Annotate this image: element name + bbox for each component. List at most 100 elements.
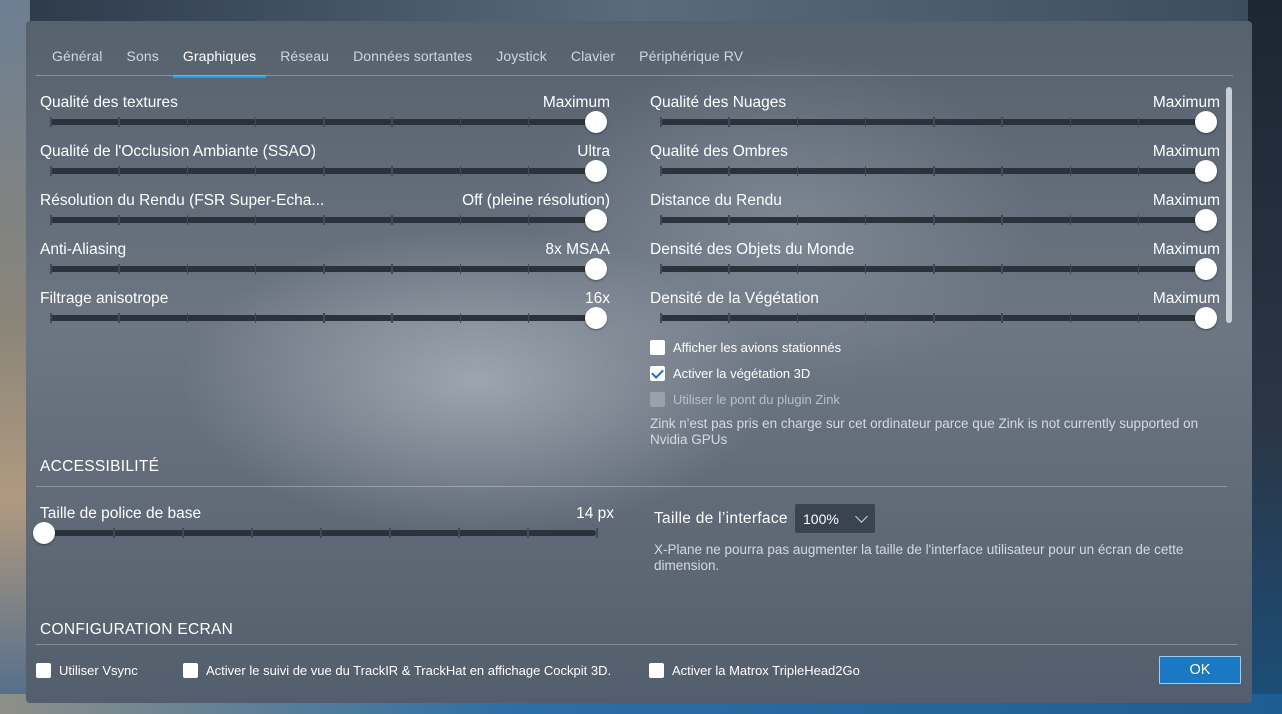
slider-tick bbox=[186, 264, 188, 274]
slider-knob[interactable] bbox=[33, 522, 55, 544]
vegetation-3d-option[interactable]: Activer la végétation 3D bbox=[650, 366, 810, 381]
slider-tick bbox=[1069, 313, 1071, 323]
slider-tick bbox=[254, 166, 257, 176]
slider-tick bbox=[796, 117, 798, 127]
setting-label: Taille de police de base bbox=[40, 505, 202, 522]
settings-window: Général Sons Graphiques Réseau Données s… bbox=[26, 21, 1252, 703]
slider-tick bbox=[389, 528, 391, 538]
tab-vr-device[interactable]: Périphérique RV bbox=[639, 48, 743, 78]
slider-tick bbox=[796, 215, 798, 225]
matrox-label: Activer la Matrox TripleHead2Go bbox=[672, 663, 860, 678]
slider-tick bbox=[1069, 264, 1071, 274]
slider-knob[interactable] bbox=[585, 258, 607, 280]
slider-tick bbox=[1069, 117, 1071, 127]
setting-world-objects-density: Densité des Objets du Monde Maximum bbox=[650, 241, 1220, 290]
tab-keyboard[interactable]: Clavier bbox=[571, 48, 615, 78]
vegetation-3d-checkbox[interactable] bbox=[650, 366, 665, 381]
tab-joystick[interactable]: Joystick bbox=[496, 48, 547, 78]
slider-tick bbox=[933, 264, 935, 274]
footer-divider bbox=[36, 644, 1238, 645]
slider-tick bbox=[864, 313, 867, 323]
slider-tick bbox=[323, 215, 325, 225]
slider-tick bbox=[251, 528, 253, 538]
zink-option: Utiliser le pont du plugin Zink bbox=[650, 392, 840, 407]
slider-tick bbox=[186, 166, 188, 176]
setting-vegetation-density: Densité de la Végétation Maximum bbox=[650, 290, 1220, 339]
slider-tick bbox=[796, 313, 798, 323]
vsync-checkbox[interactable] bbox=[36, 663, 51, 678]
slider-knob[interactable] bbox=[585, 111, 607, 133]
setting-label: Résolution du Rendu (FSR Super-Echa... bbox=[40, 192, 325, 209]
slider-knob[interactable] bbox=[1195, 160, 1217, 182]
slider-tick bbox=[254, 215, 257, 225]
trackir-option[interactable]: Activer le suivi de vue du TrackIR & Tra… bbox=[183, 663, 611, 678]
scrollbar-thumb[interactable] bbox=[1226, 87, 1232, 323]
accessibility-divider bbox=[36, 486, 1227, 487]
slider-knob[interactable] bbox=[1195, 307, 1217, 329]
setting-label: Anti-Aliasing bbox=[40, 241, 127, 258]
slider-tick bbox=[1001, 117, 1003, 127]
slider-knob[interactable] bbox=[585, 307, 607, 329]
tab-general[interactable]: Général bbox=[52, 48, 103, 78]
slider-tick bbox=[933, 166, 935, 176]
tab-data-output[interactable]: Données sortantes bbox=[353, 48, 472, 78]
slider-tick bbox=[728, 264, 730, 274]
setting-label: Qualité de l'Occlusion Ambiante (SSAO) bbox=[40, 143, 317, 160]
setting-label: Densité de la Végétation bbox=[650, 290, 819, 307]
vsync-option[interactable]: Utiliser Vsync bbox=[36, 663, 138, 678]
tab-divider bbox=[36, 75, 1233, 76]
slider-tick bbox=[186, 215, 188, 225]
setting-label: Qualité des textures bbox=[40, 94, 178, 111]
slider-tick bbox=[864, 264, 867, 274]
setting-label: Filtrage anisotrope bbox=[40, 290, 169, 307]
screen-config-title: CONFIGURATION ECRAN bbox=[40, 621, 234, 638]
trackir-checkbox[interactable] bbox=[183, 663, 198, 678]
slider-tick bbox=[796, 166, 798, 176]
slider-tick bbox=[118, 313, 120, 323]
parked-aircraft-label: Afficher les avions stationnés bbox=[673, 340, 842, 355]
slider-knob[interactable] bbox=[1195, 209, 1217, 231]
matrox-checkbox[interactable] bbox=[649, 663, 664, 678]
slider-tick bbox=[1137, 117, 1140, 127]
slider-tick bbox=[459, 264, 461, 274]
ok-button[interactable]: OK bbox=[1159, 656, 1241, 684]
vegetation-3d-label: Activer la végétation 3D bbox=[673, 366, 811, 381]
setting-value: Maximum bbox=[1152, 143, 1220, 160]
slider-tick bbox=[728, 117, 730, 127]
slider-tick bbox=[1001, 264, 1003, 274]
accessibility-title: ACCESSIBILITÉ bbox=[40, 458, 160, 475]
slider-tick bbox=[391, 313, 393, 323]
slider-tick bbox=[391, 215, 393, 225]
slider-tick bbox=[1137, 215, 1140, 225]
slider-tick bbox=[864, 117, 867, 127]
setting-value: Off (pleine résolution) bbox=[462, 192, 610, 209]
slider-knob[interactable] bbox=[585, 209, 607, 231]
matrox-option[interactable]: Activer la Matrox TripleHead2Go bbox=[649, 663, 860, 678]
slider-tick bbox=[1069, 215, 1071, 225]
vsync-label: Utiliser Vsync bbox=[59, 663, 138, 678]
slider-knob[interactable] bbox=[1195, 258, 1217, 280]
slider-tick bbox=[1001, 166, 1003, 176]
tab-graphics[interactable]: Graphiques bbox=[172, 48, 267, 78]
setting-value: Maximum bbox=[542, 94, 610, 111]
setting-value: 14 px bbox=[576, 505, 614, 522]
slider-knob[interactable] bbox=[1195, 111, 1217, 133]
setting-render-distance: Distance du Rendu Maximum bbox=[650, 192, 1220, 241]
setting-anisotropic-filtering: Filtrage anisotrope 16x bbox=[40, 290, 610, 339]
slider-tick bbox=[1137, 313, 1140, 323]
slider-tick bbox=[933, 117, 935, 127]
slider-tick bbox=[50, 313, 52, 323]
slider-tick bbox=[323, 117, 325, 127]
slider-tick bbox=[186, 313, 188, 323]
tab-sound[interactable]: Sons bbox=[127, 48, 159, 78]
setting-value: Maximum bbox=[1152, 94, 1220, 111]
slider-tick bbox=[660, 117, 662, 127]
tab-network[interactable]: Réseau bbox=[280, 48, 329, 78]
parked-aircraft-option[interactable]: Afficher les avions stationnés bbox=[650, 340, 841, 355]
slider-knob[interactable] bbox=[585, 160, 607, 182]
ui-size-dropdown[interactable]: 100% bbox=[795, 504, 875, 533]
slider-tick bbox=[728, 166, 730, 176]
parked-aircraft-checkbox[interactable] bbox=[650, 340, 665, 355]
slider-tick bbox=[323, 264, 325, 274]
slider-tick bbox=[391, 117, 393, 127]
